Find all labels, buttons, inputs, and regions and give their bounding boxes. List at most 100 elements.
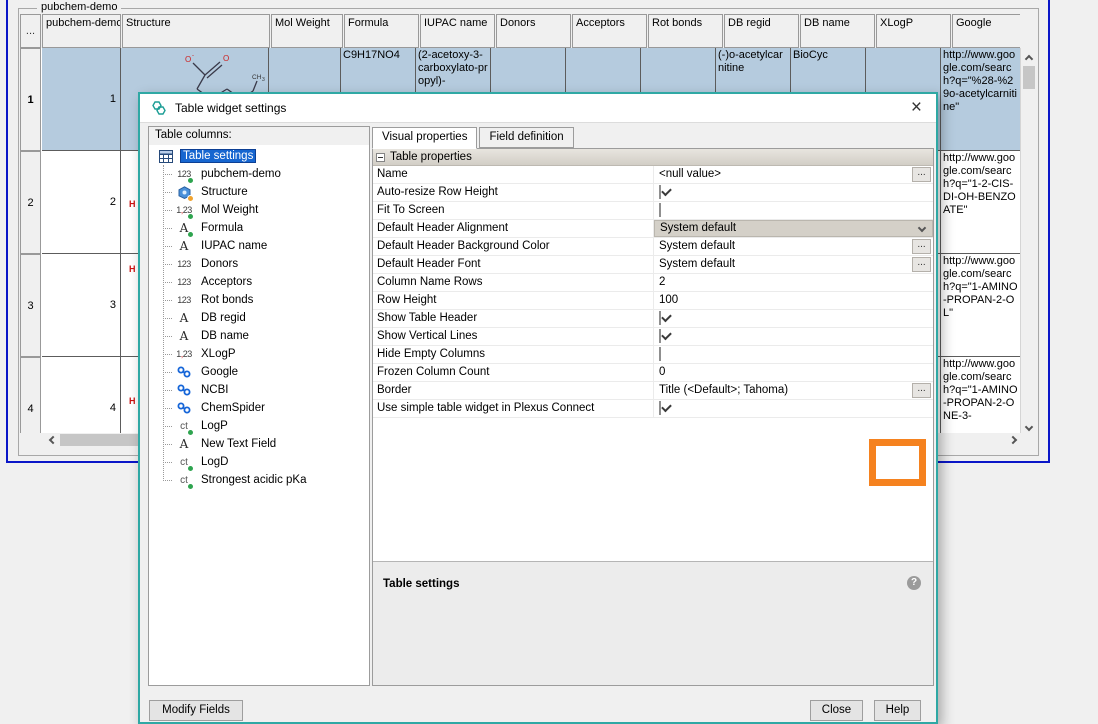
column-header-donors[interactable]: Donors: [496, 14, 571, 48]
url-field-icon: [173, 400, 195, 416]
tree-item-db-name[interactable]: ADB name: [151, 327, 367, 345]
property-value[interactable]: System default...: [654, 238, 933, 255]
help-icon[interactable]: ?: [907, 576, 921, 590]
property-value[interactable]: [654, 400, 933, 417]
cell-id[interactable]: 4: [42, 357, 121, 433]
checkbox-checked[interactable]: [659, 329, 661, 343]
tree-item-new-text-field[interactable]: ANew Text Field: [151, 435, 367, 453]
property-value[interactable]: [654, 184, 933, 201]
integer-field-icon: 123: [173, 292, 195, 308]
integer-field-icon: 123: [173, 166, 195, 182]
checkbox-unchecked[interactable]: [659, 347, 661, 361]
column-header-structure[interactable]: Structure: [122, 14, 270, 48]
column-header-acceptors[interactable]: Acceptors: [572, 14, 647, 48]
tree-item-ncbi[interactable]: NCBI: [151, 381, 367, 399]
tree-item-mol-weight[interactable]: 1,23Mol Weight: [151, 201, 367, 219]
highlight-annotation-box: [869, 439, 926, 486]
column-header-id[interactable]: pubchem-demo: [42, 14, 121, 48]
ellipsis-button[interactable]: ...: [912, 257, 931, 272]
collapse-icon[interactable]: [376, 153, 385, 162]
tree-item-logd[interactable]: ctLogD: [151, 453, 367, 471]
column-header-formula[interactable]: Formula: [344, 14, 419, 48]
row-header[interactable]: 3: [20, 254, 41, 357]
row-header[interactable]: 4: [20, 357, 41, 433]
tree-item-chemspider[interactable]: ChemSpider: [151, 399, 367, 417]
cell-id[interactable]: 1: [42, 48, 121, 151]
ellipsis-button[interactable]: ...: [912, 383, 931, 398]
tab-field-definition[interactable]: Field definition: [479, 127, 573, 148]
cell-id[interactable]: 3: [42, 254, 121, 357]
tree-item-strongest-acidic-pka[interactable]: ctStrongest acidic pKa: [151, 471, 367, 489]
column-header-iupac[interactable]: IUPAC name: [420, 14, 495, 48]
property-value[interactable]: 0: [654, 364, 933, 381]
property-value[interactable]: [654, 328, 933, 345]
cell-id[interactable]: 2: [42, 151, 121, 254]
property-value[interactable]: [654, 346, 933, 363]
description-title: Table settings: [373, 562, 933, 590]
column-header-google[interactable]: Google: [952, 14, 1020, 48]
scroll-right-icon[interactable]: [1004, 433, 1020, 447]
table-vertical-scrollbar[interactable]: [1020, 48, 1036, 433]
table-widget-settings-dialog: Table widget settings × Table columns: T…: [138, 92, 938, 724]
tab-visual-properties[interactable]: Visual properties: [372, 127, 477, 149]
column-header-rot_bonds[interactable]: Rot bonds: [648, 14, 723, 48]
property-value[interactable]: Title (<Default>; Tahoma)...: [654, 382, 933, 399]
close-icon[interactable]: ×: [907, 100, 926, 116]
ellipsis-button[interactable]: ...: [912, 167, 931, 182]
column-header-db_name[interactable]: DB name: [800, 14, 875, 48]
tree-item-donors[interactable]: 123Donors: [151, 255, 367, 273]
property-row-row-height: Row Height100: [373, 292, 933, 310]
scroll-up-icon[interactable]: [1021, 48, 1037, 64]
row-header[interactable]: 1: [20, 48, 41, 151]
tree-item-xlogp[interactable]: 1,23XLogP: [151, 345, 367, 363]
column-chooser-button[interactable]: ...: [20, 14, 41, 48]
property-value[interactable]: System default...: [654, 256, 933, 273]
property-value[interactable]: [654, 310, 933, 327]
category-row-table-properties[interactable]: Table properties: [373, 149, 933, 166]
checkbox-checked[interactable]: [659, 185, 661, 199]
tree-item-rot-bonds[interactable]: 123Rot bonds: [151, 291, 367, 309]
tree-item-iupac-name[interactable]: AIUPAC name: [151, 237, 367, 255]
integer-field-icon: 123: [173, 274, 195, 290]
tree-item-google[interactable]: Google: [151, 363, 367, 381]
checkbox-unchecked[interactable]: [659, 203, 661, 217]
cell-google[interactable]: http://www.google.com/search?q="1-2-CIS-…: [941, 151, 1020, 254]
cell-google[interactable]: http://www.google.com/search?q="1-AMINO-…: [941, 357, 1020, 433]
chemical-terms-field-icon: ct: [173, 472, 195, 488]
column-header-mol_weight[interactable]: Mol Weight: [271, 14, 343, 48]
tree-item-formula[interactable]: AFormula: [151, 219, 367, 237]
tree-item-structure[interactable]: Structure: [151, 183, 367, 201]
property-value[interactable]: [654, 202, 933, 219]
svg-text:O: O: [185, 55, 191, 64]
tree-item-label: Acceptors: [198, 275, 255, 289]
close-button[interactable]: Close: [810, 700, 863, 721]
cell-google[interactable]: http://www.google.com/search?q="1-AMINO-…: [941, 254, 1020, 357]
tree-item-logp[interactable]: ctLogP: [151, 417, 367, 435]
tree-item-pubchem-demo[interactable]: 123pubchem-demo: [151, 165, 367, 183]
column-header-db_regid[interactable]: DB regid: [724, 14, 799, 48]
tree-item-label: IUPAC name: [198, 239, 270, 253]
help-button[interactable]: Help: [874, 700, 921, 721]
cell-google[interactable]: http://www.google.com/search?q="%28-%29o…: [941, 48, 1020, 151]
dialog-titlebar[interactable]: Table widget settings ×: [140, 94, 936, 123]
tree-item-db-regid[interactable]: ADB regid: [151, 309, 367, 327]
tree-item-label: Structure: [198, 185, 251, 199]
modify-fields-button[interactable]: Modify Fields: [149, 700, 243, 721]
property-value[interactable]: 100: [654, 292, 933, 309]
tree-item-label: New Text Field: [198, 437, 279, 451]
text-field-icon: A: [173, 238, 195, 254]
property-value[interactable]: <null value>...: [654, 166, 933, 183]
property-value[interactable]: 2: [654, 274, 933, 291]
tree-item-acceptors[interactable]: 123Acceptors: [151, 273, 367, 291]
vertical-scroll-thumb[interactable]: [1023, 66, 1035, 89]
row-header[interactable]: 2: [20, 151, 41, 254]
checkbox-checked[interactable]: [659, 401, 661, 415]
chevron-down-icon[interactable]: [918, 224, 926, 232]
tree-item-table-settings[interactable]: Table settings: [151, 147, 367, 165]
checkbox-checked[interactable]: [659, 311, 661, 325]
scroll-left-icon[interactable]: [42, 433, 58, 447]
column-header-xlogp[interactable]: XLogP: [876, 14, 951, 48]
ellipsis-button[interactable]: ...: [912, 239, 931, 254]
property-value[interactable]: System default: [654, 220, 933, 237]
scroll-down-icon[interactable]: [1021, 417, 1037, 433]
